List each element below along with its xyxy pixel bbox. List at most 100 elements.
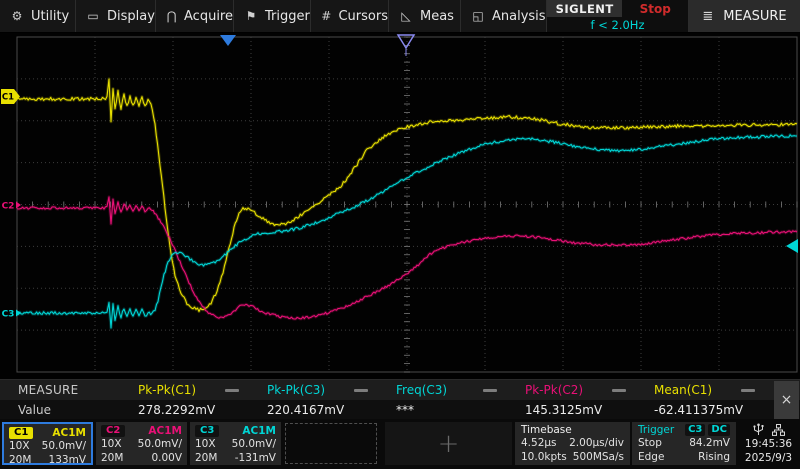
channel-box-c4-placeholder[interactable] <box>285 423 377 464</box>
graticule <box>17 37 797 372</box>
measurement-value: -62.411375mV <box>654 403 743 417</box>
menu-analysis[interactable]: ◱ Analysis <box>461 0 547 32</box>
menu-analysis-label: Analysis <box>492 9 546 24</box>
menu-cursors[interactable]: # Cursors <box>311 0 389 32</box>
measurement-label: Pk-Pk(C1) <box>138 383 196 397</box>
sample-rate: 500MSa/s <box>573 451 624 465</box>
probe-attenuation: 10X <box>101 438 122 452</box>
vertical-offset: -131mV <box>235 452 276 466</box>
clock-time: 19:45:36 <box>745 438 792 450</box>
menu-meas[interactable]: ◺ Meas <box>389 0 461 32</box>
trigger-title: Trigger <box>638 423 674 437</box>
menu-trigger-label: Trigger <box>265 9 310 24</box>
measurement-value: *** <box>396 403 414 417</box>
trigger-coupling-badge: DC <box>708 424 730 436</box>
measurement-slot-3: Freq(C3) *** <box>388 380 517 420</box>
measurement-value: 220.4167mV <box>267 403 344 417</box>
measurement-slot-5: Mean(C1) -62.411375mV <box>646 380 775 420</box>
lan-icon <box>772 424 785 436</box>
trigger-source-badge: C3 <box>685 424 705 436</box>
timebase-title: Timebase <box>521 423 624 437</box>
plus-icon: + <box>438 429 460 459</box>
menu-utility-label: Utility <box>31 9 69 24</box>
scope-canvas: C1 C2 C3 <box>0 33 800 379</box>
vertical-scale: 50.0mV/ <box>138 438 182 452</box>
status-block: SIGLENT Stop f < 2.0Hz <box>547 0 689 32</box>
trigger-status: Stop <box>638 437 662 451</box>
system-status: 19:45:36 2025/9/3 <box>737 422 800 465</box>
measure-dialog-button[interactable]: ≣ MEASURE <box>689 0 800 32</box>
measurement-panel: MEASURE Value Pk-Pk(C1) 278.2292mV Pk-Pk… <box>0 379 800 419</box>
bandwidth-limit: 20M <box>195 452 217 466</box>
trigger-frequency-readout: f < 2.0Hz <box>547 17 688 32</box>
menu-display-label: Display <box>107 9 155 24</box>
svg-text:C2: C2 <box>2 202 15 212</box>
menu-trigger[interactable]: ⚑ Trigger <box>234 0 311 32</box>
remove-measurement-button[interactable] <box>741 389 755 392</box>
bottom-status-bar: C1 AC1M 10X 50.0mV/ 20M 133mV C2 AC1M 10X 5… <box>0 419 800 469</box>
close-measurements-button[interactable]: × <box>774 381 799 419</box>
ruler-icon: ◺ <box>399 9 413 23</box>
remove-measurement-button[interactable] <box>225 389 239 392</box>
usb-icon <box>753 423 764 436</box>
measurement-label: Pk-Pk(C3) <box>267 383 325 397</box>
remove-measurement-button[interactable] <box>483 389 497 392</box>
trigger-slope: Rising <box>698 451 730 465</box>
channel-id-badge: C2 <box>101 425 125 437</box>
display-icon: ▭ <box>86 9 100 23</box>
channel-coupling: AC1M <box>242 425 276 437</box>
measurement-value-label: Value <box>18 403 51 417</box>
trigger-type: Edge <box>638 451 664 465</box>
trigger-box[interactable]: Trigger C3 DC Stop 84.2mV Edge Rising <box>632 422 736 465</box>
channel-box-c3[interactable]: C3 AC1M 10X50.0mV/ 20M-131mV <box>190 422 281 465</box>
menu-utility[interactable]: ⚙ Utility <box>0 0 76 32</box>
measurement-slot-2: Pk-Pk(C3) 220.4167mV <box>259 380 388 420</box>
analysis-icon: ◱ <box>471 9 485 23</box>
vertical-offset: 0.00V <box>151 452 182 466</box>
acquire-icon: ⋂ <box>166 9 177 23</box>
remove-measurement-button[interactable] <box>612 389 626 392</box>
trigger-level-marker[interactable] <box>786 239 798 253</box>
timebase-box[interactable]: Timebase 4.52μs 2.00μs/div 10.0kpts 500MSa… <box>515 422 630 465</box>
svg-text:C1: C1 <box>2 93 14 103</box>
channel-box-c2[interactable]: C2 AC1M 10X50.0mV/ 20M0.00V <box>96 422 187 465</box>
channel-id-badge: C3 <box>195 425 219 437</box>
measurement-panel-title: MEASURE <box>18 383 79 397</box>
menu-meas-label: Meas <box>420 9 454 24</box>
flag-icon: ⚑ <box>244 9 258 23</box>
vertical-offset: 133mV <box>49 454 86 468</box>
timebase-delay: 4.52μs <box>521 437 557 451</box>
measurement-label: Freq(C3) <box>396 383 447 397</box>
timebase-scale: 2.00μs/div <box>569 437 624 451</box>
menu-acquire[interactable]: ⋂ Acquire <box>156 0 234 32</box>
measurement-value: 145.3125mV <box>525 403 602 417</box>
menu-cursors-label: Cursors <box>338 9 388 24</box>
bandwidth-limit: 20M <box>101 452 123 466</box>
add-item-zone[interactable]: + <box>385 422 512 465</box>
probe-attenuation: 10X <box>9 440 30 454</box>
record-length: 10.0kpts <box>521 451 567 465</box>
channel-box-c1[interactable]: C1 AC1M 10X 50.0mV/ 20M 133mV <box>2 422 93 465</box>
siglent-logo: SIGLENT <box>547 0 622 17</box>
svg-text:C3: C3 <box>2 310 15 320</box>
measure-button-label: MEASURE <box>723 9 786 24</box>
acquisition-status: Stop <box>622 0 688 17</box>
measurement-slot-1: Pk-Pk(C1) 278.2292mV <box>130 380 259 420</box>
trigger-level: 84.2mV <box>689 437 730 451</box>
vertical-scale: 50.0mV/ <box>42 440 86 454</box>
menu-display[interactable]: ▭ Display <box>76 0 156 32</box>
measurement-slot-4: Pk-Pk(C2) 145.3125mV <box>517 380 646 420</box>
clock-date: 2025/9/3 <box>745 452 792 464</box>
bandwidth-limit: 20M <box>9 454 31 468</box>
remove-measurement-button[interactable] <box>354 389 368 392</box>
measurement-label: Mean(C1) <box>654 383 712 397</box>
list-icon: ≣ <box>702 9 713 24</box>
probe-attenuation: 10X <box>195 438 216 452</box>
channel-tag-c3[interactable]: C3 <box>2 310 21 320</box>
gear-icon: ⚙ <box>10 9 24 23</box>
channel-id-badge: C1 <box>9 427 33 439</box>
channel-coupling: AC1M <box>52 427 86 439</box>
waveform-display: C1 C2 C3 <box>0 33 800 379</box>
measurement-value: 278.2292mV <box>138 403 215 417</box>
trigger-delay-marker[interactable] <box>220 35 236 46</box>
